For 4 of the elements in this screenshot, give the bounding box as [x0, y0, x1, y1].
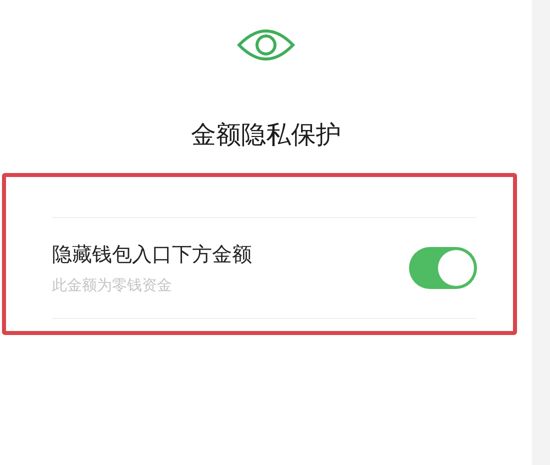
setting-description: 此金额为零钱资金 [52, 276, 173, 295]
setting-label: 隐藏钱包入口下方金额 [52, 241, 252, 268]
toggle-switch[interactable] [409, 247, 477, 289]
page-title: 金额隐私保护 [191, 119, 341, 151]
